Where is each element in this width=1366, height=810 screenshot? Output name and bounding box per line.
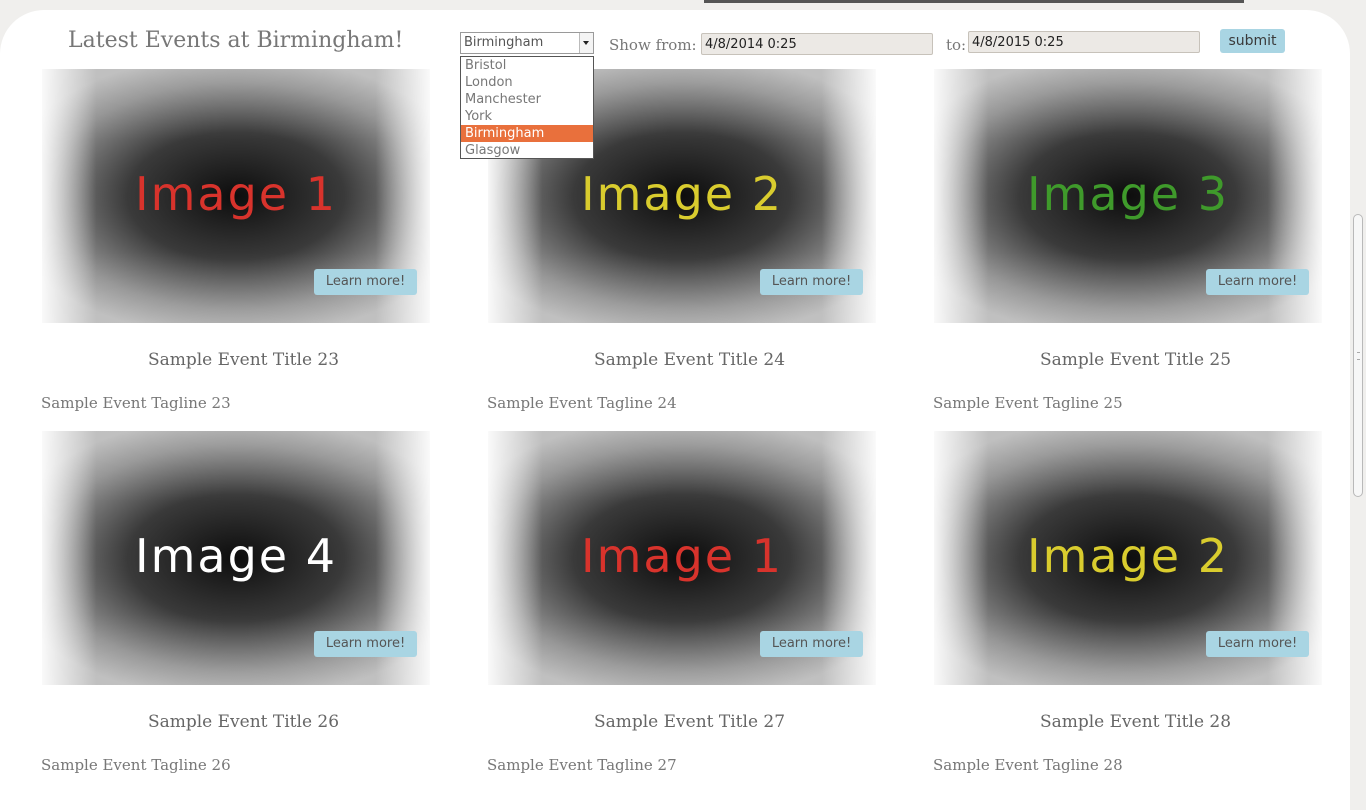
event-tagline: Sample Event Tagline 28: [933, 756, 1123, 774]
event-tagline: Sample Event Tagline 24: [487, 394, 677, 412]
event-tagline: Sample Event Tagline 23: [41, 394, 231, 412]
learn-more-button[interactable]: Learn more!: [314, 269, 417, 295]
top-divider: [704, 0, 1244, 3]
event-title[interactable]: Sample Event Title 27: [487, 712, 892, 732]
learn-more-button[interactable]: Learn more!: [1206, 631, 1309, 657]
event-title[interactable]: Sample Event Title 23: [41, 350, 446, 370]
scrollbar-grip-icon: [1357, 352, 1360, 360]
event-image-label: Image 2: [581, 167, 783, 221]
to-date-input[interactable]: 4/8/2015 0:25: [968, 31, 1200, 53]
event-tagline: Sample Event Tagline 26: [41, 756, 231, 774]
event-image-label: Image 1: [581, 529, 783, 583]
learn-more-button[interactable]: Learn more!: [760, 269, 863, 295]
event-title[interactable]: Sample Event Title 28: [933, 712, 1338, 732]
city-option-birmingham[interactable]: Birmingham: [461, 125, 593, 142]
city-select[interactable]: Birmingham: [460, 32, 594, 54]
event-card: Image 2 Learn more! Sample Event Title 2…: [933, 431, 1323, 774]
event-title[interactable]: Sample Event Title 24: [487, 350, 892, 370]
city-dropdown-list[interactable]: Bristol London Manchester York Birmingha…: [460, 56, 594, 159]
city-option-london[interactable]: London: [461, 74, 593, 91]
event-image: Image 1 Learn more!: [488, 431, 876, 685]
event-card: Image 1 Learn more! Sample Event Title 2…: [41, 69, 431, 412]
event-image-label: Image 1: [135, 167, 337, 221]
city-option-york[interactable]: York: [461, 108, 593, 125]
chevron-down-icon[interactable]: [579, 33, 593, 53]
event-card: Image 4 Learn more! Sample Event Title 2…: [41, 431, 431, 774]
to-label: to:: [946, 36, 967, 54]
event-tagline: Sample Event Tagline 27: [487, 756, 677, 774]
learn-more-button[interactable]: Learn more!: [314, 631, 417, 657]
city-select-value: Birmingham: [464, 35, 544, 50]
page-title: Latest Events at Birmingham!: [68, 28, 404, 53]
city-option-glasgow[interactable]: Glasgow: [461, 142, 593, 159]
event-image: Image 4 Learn more!: [42, 431, 430, 685]
event-title[interactable]: Sample Event Title 25: [933, 350, 1338, 370]
event-image-label: Image 4: [135, 529, 337, 583]
learn-more-button[interactable]: Learn more!: [1206, 269, 1309, 295]
event-image-label: Image 3: [1027, 167, 1229, 221]
event-card: Image 3 Learn more! Sample Event Title 2…: [933, 69, 1323, 412]
show-from-label: Show from:: [609, 36, 697, 54]
city-option-bristol[interactable]: Bristol: [461, 57, 593, 74]
event-image: Image 2 Learn more!: [934, 431, 1322, 685]
event-tagline: Sample Event Tagline 25: [933, 394, 1123, 412]
event-image: Image 3 Learn more!: [934, 69, 1322, 323]
from-date-input[interactable]: 4/8/2014 0:25: [701, 33, 933, 55]
event-card: Image 1 Learn more! Sample Event Title 2…: [487, 431, 877, 774]
event-title[interactable]: Sample Event Title 26: [41, 712, 446, 732]
event-image: Image 1 Learn more!: [42, 69, 430, 323]
event-image-label: Image 2: [1027, 529, 1229, 583]
learn-more-button[interactable]: Learn more!: [760, 631, 863, 657]
city-option-manchester[interactable]: Manchester: [461, 91, 593, 108]
submit-button[interactable]: submit: [1220, 29, 1285, 53]
